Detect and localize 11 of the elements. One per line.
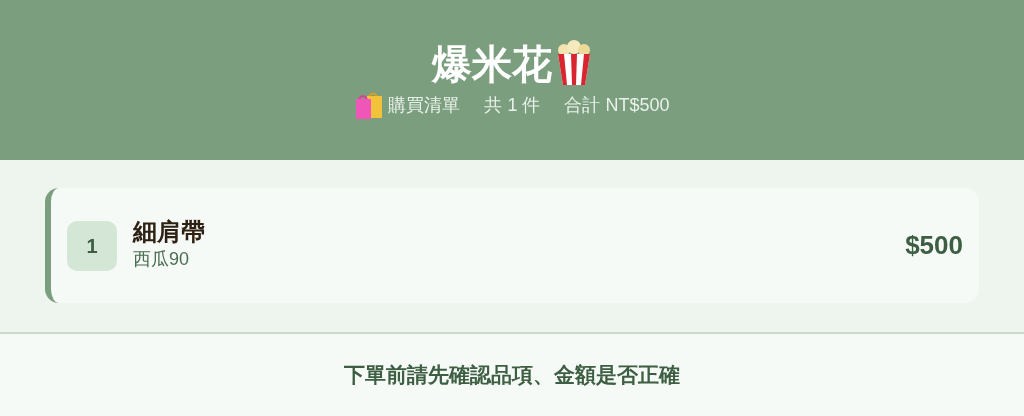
- shopping-bags-icon: [354, 90, 385, 120]
- item-name: 細肩帶: [133, 217, 205, 247]
- total-amount: 合計 NT$500: [564, 93, 670, 117]
- footer-note: 下單前請先確認品項、金額是否正確: [344, 362, 680, 389]
- item-option: 西瓜90: [133, 246, 190, 274]
- item-number: 1: [67, 220, 117, 271]
- popcorn-icon: [556, 40, 592, 86]
- item-count: 共 1 件: [484, 93, 541, 117]
- item-price: $500: [905, 229, 963, 262]
- list-label: 購買清單: [388, 93, 461, 117]
- shop-title: 爆米花: [432, 42, 552, 86]
